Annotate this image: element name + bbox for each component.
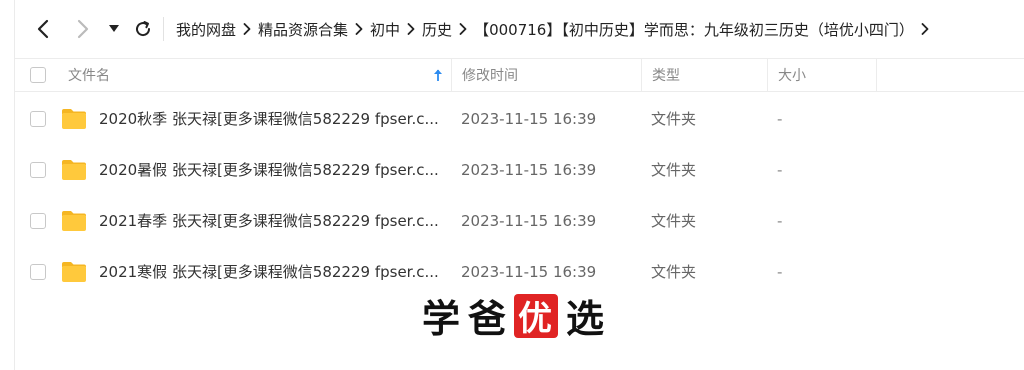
file-name[interactable]: 2020秋季 张天禄[更多课程微信582229 fpser.c... [99,108,439,129]
column-header-name-label: 文件名 [68,68,110,84]
row-checkbox[interactable] [30,161,46,178]
table-row[interactable]: 2020秋季 张天禄[更多课程微信582229 fpser.c... 2023-… [15,93,1024,144]
chevron-right-icon [77,19,89,39]
size-cell: - [777,262,783,281]
breadcrumb-more-button[interactable] [914,23,936,35]
file-list-header: 文件名 修改时间 类型 大小 [15,58,1024,92]
refresh-icon [136,21,151,37]
column-header-size-label: 大小 [778,68,806,84]
breadcrumb-item-junior-high[interactable]: 初中 [370,19,400,40]
arrow-up-icon [434,69,442,81]
column-header-type[interactable]: 类型 [641,59,767,91]
toolbar-divider [163,17,164,41]
chevron-right-icon [459,23,467,35]
mtime-cell: 2023-11-15 16:39 [461,262,597,281]
row-check-cell [15,212,61,229]
column-header-mtime-label: 修改时间 [462,68,518,84]
forward-button[interactable] [69,15,97,43]
chevron-right-icon [243,23,251,35]
name-cell: 2020秋季 张天禄[更多课程微信582229 fpser.c... [61,108,451,130]
row-check-cell [15,161,61,178]
mtime-cell: 2023-11-15 16:39 [461,160,597,179]
column-header-size[interactable]: 大小 [767,59,877,91]
column-header-type-label: 类型 [652,68,680,84]
row-check-cell [15,263,61,280]
breadcrumb-separator [400,23,422,35]
chevron-right-icon [407,23,415,35]
folder-icon [62,210,86,231]
name-cell: 2021春季 张天禄[更多课程微信582229 fpser.c... [61,210,451,232]
navigation-toolbar: 我的网盘 精品资源合集 初中 历史 【000716】【初中历史】学而思：九年级初… [15,0,1024,58]
watermark-char: 学 [422,297,463,341]
row-checkbox[interactable] [30,212,46,229]
back-button[interactable] [29,15,57,43]
table-row[interactable]: 2021春季 张天禄[更多课程微信582229 fpser.c... 2023-… [15,195,1024,246]
breadcrumb-separator [452,23,474,35]
breadcrumb-item-current-folder[interactable]: 【000716】【初中历史】学而思：九年级初三历史（培优小四门） [474,19,914,40]
row-checkbox[interactable] [30,263,46,280]
chevron-right-icon [921,23,929,35]
mtime-cell: 2023-11-15 16:39 [461,109,597,128]
breadcrumb-separator [236,23,258,35]
breadcrumb-separator [348,23,370,35]
file-name[interactable]: 2021寒假 张天禄[更多课程微信582229 fpser.c... [99,261,439,282]
chevron-right-icon [355,23,363,35]
breadcrumb-item-my-drive[interactable]: 我的网盘 [176,19,236,40]
table-row[interactable]: 2020暑假 张天禄[更多课程微信582229 fpser.c... 2023-… [15,144,1024,195]
row-check-cell [15,110,61,127]
column-header-mtime[interactable]: 修改时间 [451,59,641,91]
breadcrumb-item-history[interactable]: 历史 [422,19,452,40]
name-cell: 2020暑假 张天禄[更多课程微信582229 fpser.c... [61,159,451,181]
watermark-highlight-char: 优 [514,293,559,339]
type-cell: 文件夹 [651,161,697,179]
breadcrumb-item-collection[interactable]: 精品资源合集 [258,19,348,40]
size-cell: - [777,160,783,179]
row-checkbox[interactable] [30,110,46,127]
column-header-name[interactable]: 文件名 [61,59,451,91]
watermark-char: 选 [566,297,607,341]
type-cell: 文件夹 [651,110,697,128]
caret-down-icon [109,25,119,32]
mtime-cell: 2023-11-15 16:39 [461,211,597,230]
size-cell: - [777,109,783,128]
watermark-char: 爸 [468,297,509,341]
file-list: 2020秋季 张天禄[更多课程微信582229 fpser.c... 2023-… [15,93,1024,297]
breadcrumb: 我的网盘 精品资源合集 初中 历史 【000716】【初中历史】学而思：九年级初… [176,19,936,40]
folder-icon [62,108,86,129]
type-cell: 文件夹 [651,263,697,281]
watermark-logo: 学 爸 优 选 [422,288,612,343]
chevron-left-icon [37,19,49,39]
type-cell: 文件夹 [651,212,697,230]
file-name[interactable]: 2021春季 张天禄[更多课程微信582229 fpser.c... [99,210,439,231]
refresh-button[interactable] [129,15,157,43]
size-cell: - [777,211,783,230]
history-dropdown-button[interactable] [105,15,123,43]
folder-icon [62,261,86,282]
select-all-cell [15,59,61,91]
folder-icon [62,159,86,180]
file-name[interactable]: 2020暑假 张天禄[更多课程微信582229 fpser.c... [99,159,439,180]
select-all-checkbox[interactable] [30,67,46,83]
name-cell: 2021寒假 张天禄[更多课程微信582229 fpser.c... [61,261,451,283]
